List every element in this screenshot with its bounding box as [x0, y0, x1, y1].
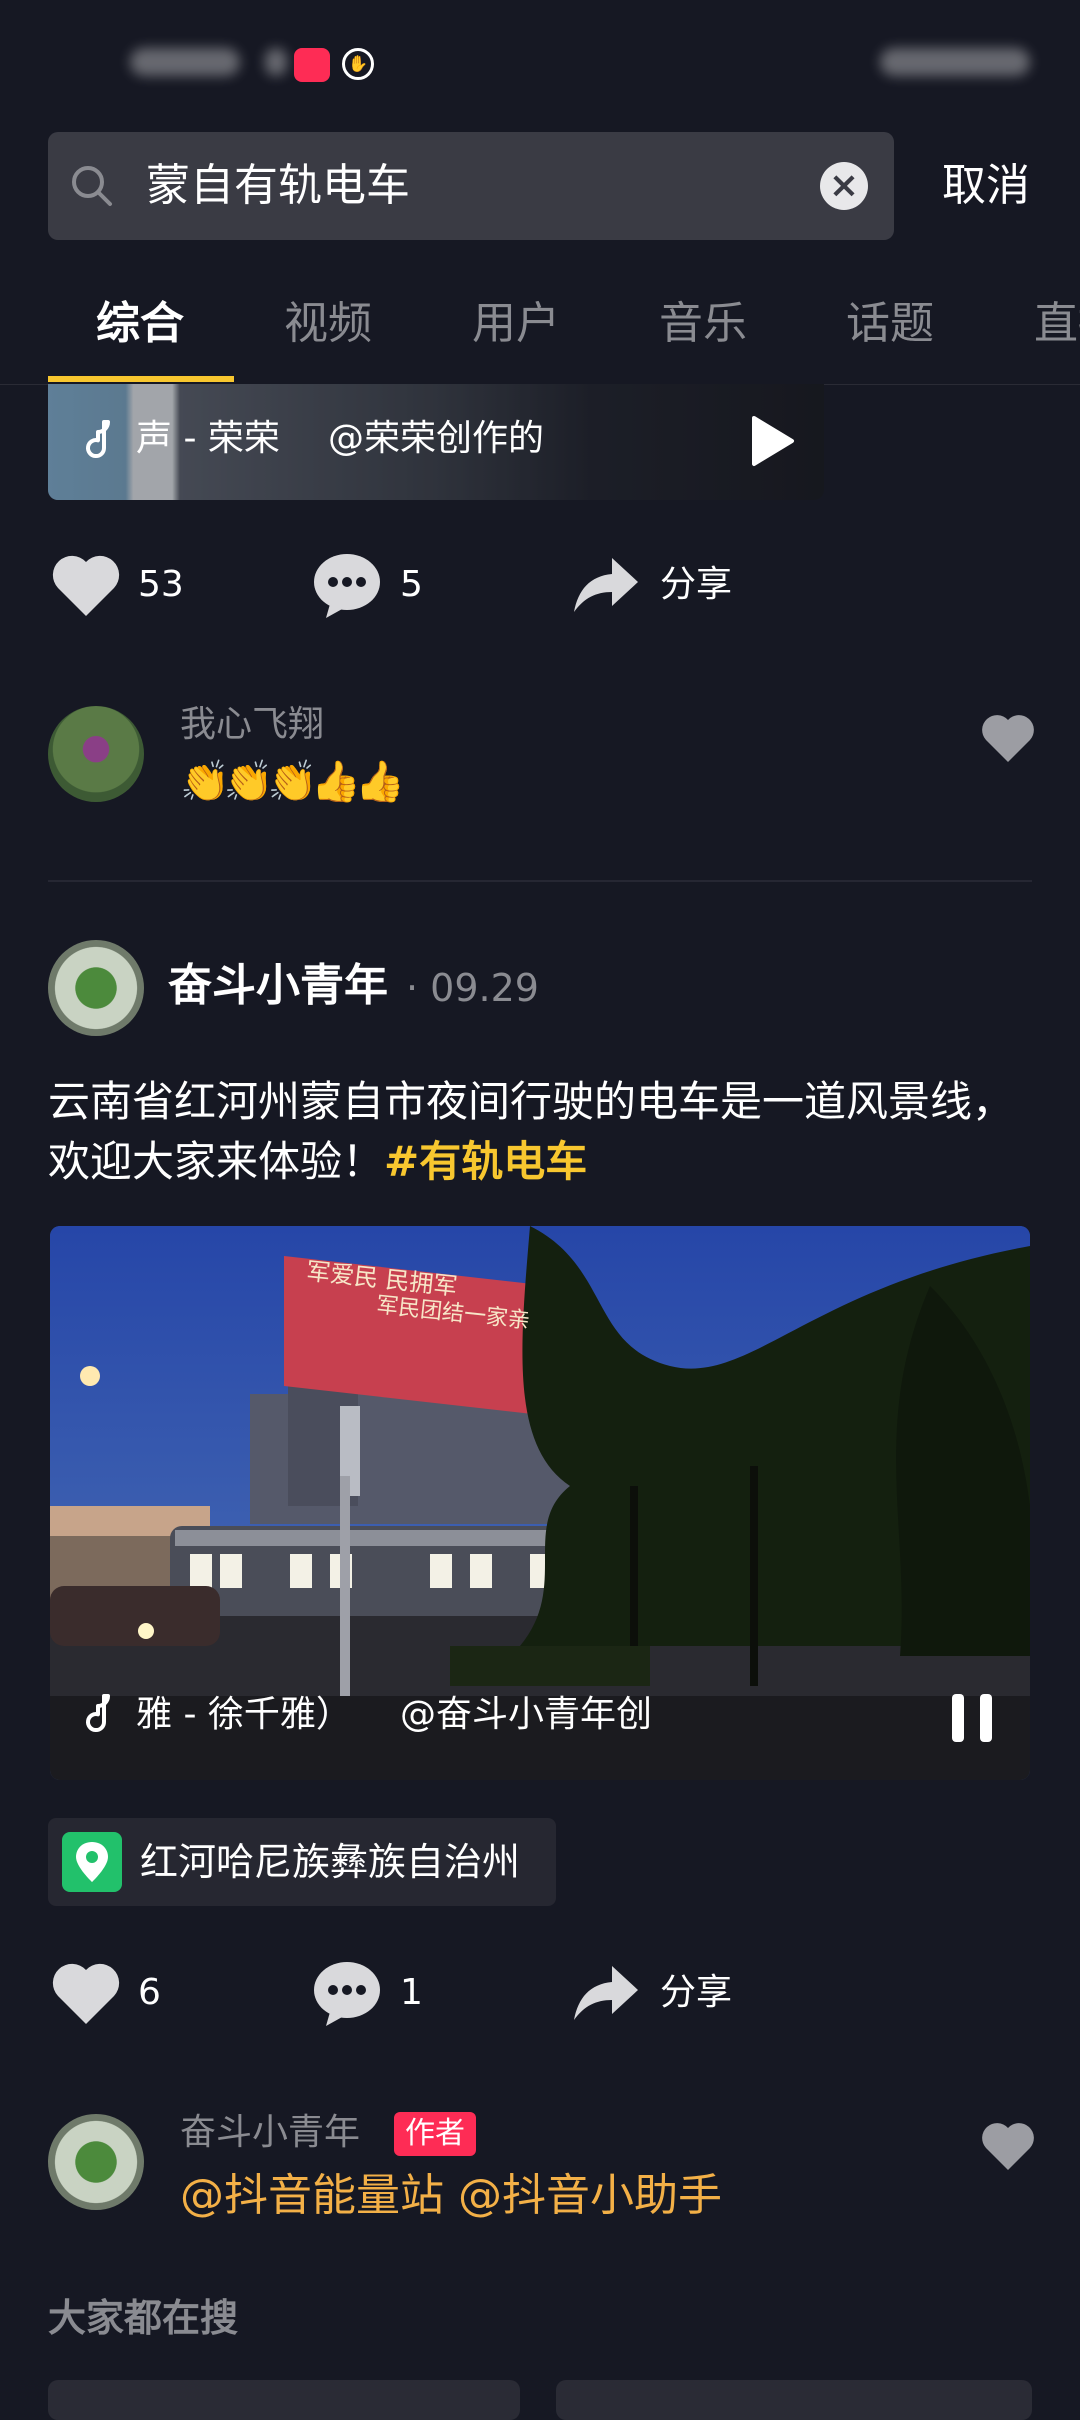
status-notification-icons [130, 48, 240, 76]
avatar[interactable] [48, 706, 144, 802]
search-query: 蒙自有轨电车 [146, 160, 410, 211]
comment-username[interactable]: 奋斗小青年 [180, 2110, 360, 2156]
status-bar: ✋ [0, 0, 1080, 120]
share-button[interactable]: 分享 [660, 1970, 732, 2016]
cancel-button[interactable]: 取消 [942, 156, 1030, 216]
active-tab-indicator [48, 376, 234, 382]
location-tag[interactable]: 红河哈尼族彝族自治州 [48, 1818, 556, 1906]
location-name: 红河哈尼族彝族自治州 [140, 1840, 521, 1884]
tab-topics[interactable]: 话题 [846, 294, 934, 354]
comment-count: 5 [400, 564, 423, 605]
avatar[interactable] [48, 2114, 144, 2210]
play-icon[interactable] [748, 414, 796, 468]
search-icon [72, 166, 112, 206]
search-tabs: 综合 视频 用户 音乐 话题 直播 [0, 280, 1080, 385]
trending-search-card[interactable] [556, 2380, 1032, 2420]
comment-like-icon[interactable] [980, 712, 1036, 764]
tab-live[interactable]: 直播 [1034, 294, 1080, 354]
share-button[interactable]: 分享 [660, 562, 732, 608]
music-title: 声 - 荣荣 [136, 418, 280, 459]
tiktok-music-icon [86, 1694, 110, 1732]
tab-users[interactable]: 用户 [472, 294, 560, 354]
tab-music[interactable]: 音乐 [659, 294, 747, 354]
like-count: 53 [138, 564, 184, 605]
share-icon[interactable] [572, 1964, 640, 2022]
search-input[interactable]: 蒙自有轨电车 × [48, 132, 894, 240]
hashtag-link[interactable]: #有轨电车 [384, 1137, 587, 1186]
music-title: 雅 - 徐千雅） [136, 1694, 352, 1735]
comment-like-icon[interactable] [980, 2120, 1036, 2172]
post-username[interactable]: 奋斗小青年 [168, 956, 388, 1016]
video-author-link[interactable]: @荣荣创作的 [328, 416, 544, 462]
comment-icon[interactable] [312, 1960, 382, 2026]
divider [48, 880, 1032, 882]
pause-icon[interactable] [950, 1692, 994, 1744]
share-icon[interactable] [572, 556, 640, 614]
video-card-previous[interactable]: 声 - 荣荣 @荣荣创作的 [48, 384, 824, 500]
like-icon[interactable] [50, 1960, 122, 2026]
section-title: 大家都在搜 [48, 2296, 239, 2340]
trending-search-card[interactable] [48, 2380, 520, 2420]
tab-general[interactable]: 综合 [96, 294, 184, 354]
tab-videos[interactable]: 视频 [284, 294, 372, 354]
status-system-icons [880, 48, 1030, 76]
avatar[interactable] [48, 940, 144, 1036]
location-pin-icon [62, 1832, 122, 1892]
app-notification-icon [294, 48, 330, 82]
video-author-link[interactable]: @奋斗小青年创 [400, 1692, 652, 1738]
like-icon[interactable] [50, 552, 122, 618]
video-player[interactable]: 军爱民 民拥军 军民团结一家亲 雅 - 徐千雅） @奋斗小青年创 [50, 1226, 1030, 1780]
comment-username[interactable]: 我心飞翔 [180, 702, 324, 748]
like-count: 6 [138, 1972, 161, 2013]
clear-search-icon[interactable]: × [820, 162, 868, 210]
comment-count: 1 [400, 1972, 423, 2013]
post-caption: 云南省红河州蒙自市夜间行驶的电车是一道风景线，欢迎大家来体验！#有轨电车 [48, 1072, 1032, 1192]
comment-text: 👏👏👏👍👍 [180, 759, 405, 805]
author-badge: 作者 [394, 2112, 476, 2156]
tiktok-music-icon [86, 420, 110, 458]
post-date: · 09.29 [406, 966, 539, 1010]
status-notification-icon [265, 48, 287, 76]
hand-icon: ✋ [342, 48, 374, 80]
comment-icon[interactable] [312, 552, 382, 618]
comment-mentions[interactable]: @抖音能量站 @抖音小助手 [180, 2166, 722, 2226]
